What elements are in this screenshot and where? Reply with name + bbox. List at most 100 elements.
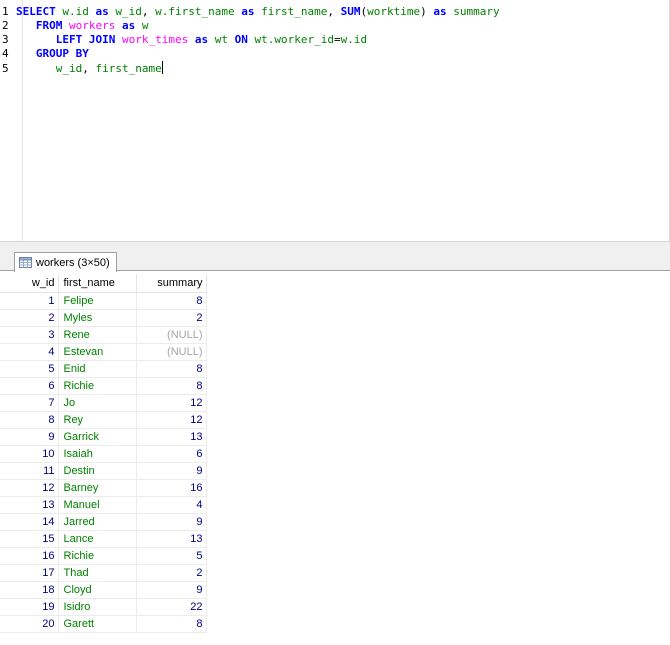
cell-w-id[interactable]: 12 [0, 479, 59, 497]
cell-summary[interactable]: 13 [136, 428, 207, 446]
cell-summary[interactable]: (NULL) [136, 326, 207, 344]
table-row[interactable]: 20 Garett 8 [0, 615, 207, 633]
cell-summary[interactable]: 4 [136, 496, 207, 514]
cell-first-name[interactable]: Thad [58, 564, 137, 582]
table-row[interactable]: 18 Cloyd 9 [0, 581, 207, 599]
table-row[interactable]: 7 Jo 12 [0, 394, 207, 412]
table-row[interactable]: 19 Isidro 22 [0, 598, 207, 616]
cell-first-name[interactable]: Jarred [58, 513, 137, 531]
sql-editor[interactable]: 1 SELECT w.id as w_id, w.first_name as fi… [0, 0, 670, 241]
cell-first-name[interactable]: Barney [58, 479, 137, 497]
table-row[interactable]: 2 Myles 2 [0, 309, 207, 327]
cell-first-name[interactable]: Enid [58, 360, 137, 378]
cell-summary[interactable]: 5 [136, 547, 207, 565]
cell-w-id[interactable]: 19 [0, 598, 59, 616]
code-line[interactable]: 5 w_id, first_name [0, 61, 163, 75]
cell-w-id[interactable]: 7 [0, 394, 59, 412]
cell-w-id[interactable]: 20 [0, 615, 59, 633]
table-row[interactable]: 3 Rene (NULL) [0, 326, 207, 344]
cell-summary[interactable]: (NULL) [136, 343, 207, 361]
code-line[interactable]: 3 LEFT JOIN work_times as wt ON wt.worke… [0, 33, 367, 47]
cell-summary[interactable]: 22 [136, 598, 207, 616]
table-row[interactable]: 11 Destin 9 [0, 462, 207, 480]
cell-w-id[interactable]: 1 [0, 292, 59, 310]
cell-first-name[interactable]: Estevan [58, 343, 137, 361]
cell-summary[interactable]: 8 [136, 377, 207, 395]
cell-w-id[interactable]: 13 [0, 496, 59, 514]
cell-first-name[interactable]: Destin [58, 462, 137, 480]
code-line[interactable]: 4 GROUP BY [0, 47, 89, 61]
cell-summary[interactable]: 2 [136, 309, 207, 327]
cell-first-name[interactable]: Manuel [58, 496, 137, 514]
cell-first-name[interactable]: Cloyd [58, 581, 137, 599]
cell-first-name[interactable]: Richie [58, 547, 137, 565]
column-header-w-id[interactable]: w_id [0, 274, 59, 293]
result-tab-workers[interactable]: workers (3×50) [14, 252, 117, 272]
cell-w-id[interactable]: 8 [0, 411, 59, 429]
cell-first-name[interactable]: Lance [58, 530, 137, 548]
table-row[interactable]: 5 Enid 8 [0, 360, 207, 378]
cell-first-name[interactable]: Garett [58, 615, 137, 633]
cell-summary[interactable]: 8 [136, 615, 207, 633]
table-row[interactable]: 14 Jarred 9 [0, 513, 207, 531]
column-header-summary[interactable]: summary [136, 274, 207, 293]
cell-w-id[interactable]: 11 [0, 462, 59, 480]
cell-w-id[interactable]: 5 [0, 360, 59, 378]
table-row[interactable]: 6 Richie 8 [0, 377, 207, 395]
cell-w-id[interactable]: 18 [0, 581, 59, 599]
table-row[interactable]: 4 Estevan (NULL) [0, 343, 207, 361]
cell-first-name[interactable]: Rene [58, 326, 137, 344]
cell-first-name[interactable]: Garrick [58, 428, 137, 446]
cell-w-id[interactable]: 10 [0, 445, 59, 463]
code-token: , [141, 5, 156, 18]
cell-first-name[interactable]: Jo [58, 394, 137, 412]
table-row[interactable]: 12 Barney 16 [0, 479, 207, 497]
table-row[interactable]: 17 Thad 2 [0, 564, 207, 582]
cell-summary[interactable]: 6 [136, 445, 207, 463]
cell-w-id[interactable]: 2 [0, 309, 59, 327]
code-token: LEFT JOIN [55, 33, 116, 46]
cell-summary[interactable]: 9 [136, 462, 207, 480]
table-row[interactable]: 9 Garrick 13 [0, 428, 207, 446]
table-row[interactable]: 1 Felipe 8 [0, 292, 207, 310]
code-line[interactable]: 1 SELECT w.id as w_id, w.first_name as fi… [0, 5, 500, 19]
table-row[interactable]: 16 Richie 5 [0, 547, 207, 565]
pane-splitter[interactable] [0, 241, 670, 251]
cell-summary[interactable]: 9 [136, 513, 207, 531]
cell-first-name[interactable]: Isidro [58, 598, 137, 616]
cell-summary[interactable]: 12 [136, 411, 207, 429]
code-token: wt [214, 33, 228, 46]
cell-w-id[interactable]: 16 [0, 547, 59, 565]
cell-first-name[interactable]: Felipe [58, 292, 137, 310]
cell-summary[interactable]: 16 [136, 479, 207, 497]
cell-first-name[interactable]: Richie [58, 377, 137, 395]
cell-w-id[interactable]: 9 [0, 428, 59, 446]
cell-first-name[interactable]: Rey [58, 411, 137, 429]
cell-summary[interactable]: 13 [136, 530, 207, 548]
cell-w-id[interactable]: 14 [0, 513, 59, 531]
cell-first-name[interactable]: Isaiah [58, 445, 137, 463]
cell-first-name[interactable]: Myles [58, 309, 137, 327]
table-row[interactable]: 13 Manuel 4 [0, 496, 207, 514]
cell-w-id[interactable]: 4 [0, 343, 59, 361]
cell-summary[interactable]: 8 [136, 360, 207, 378]
result-grid[interactable]: w_id first_name summary 1 Felipe 8 2 Myles 2 3… [0, 274, 670, 645]
table-row[interactable]: 15 Lance 13 [0, 530, 207, 548]
cell-w-id[interactable]: 15 [0, 530, 59, 548]
table-row[interactable]: 8 Rey 12 [0, 411, 207, 429]
column-header-first-name[interactable]: first_name [58, 274, 137, 293]
cell-summary[interactable]: 8 [136, 292, 207, 310]
cell-w-id[interactable]: 6 [0, 377, 59, 395]
cell-w-id[interactable]: 3 [0, 326, 59, 344]
code-token: wt.worker_id [254, 33, 334, 46]
cell-summary[interactable]: 2 [136, 564, 207, 582]
code-line[interactable]: 2 FROM workers as w [0, 19, 148, 33]
line-number: 5 [2, 62, 9, 75]
cell-w-id[interactable]: 17 [0, 564, 59, 582]
cell-summary[interactable]: 12 [136, 394, 207, 412]
cell-summary[interactable]: 9 [136, 581, 207, 599]
table-row[interactable]: 10 Isaiah 6 [0, 445, 207, 463]
